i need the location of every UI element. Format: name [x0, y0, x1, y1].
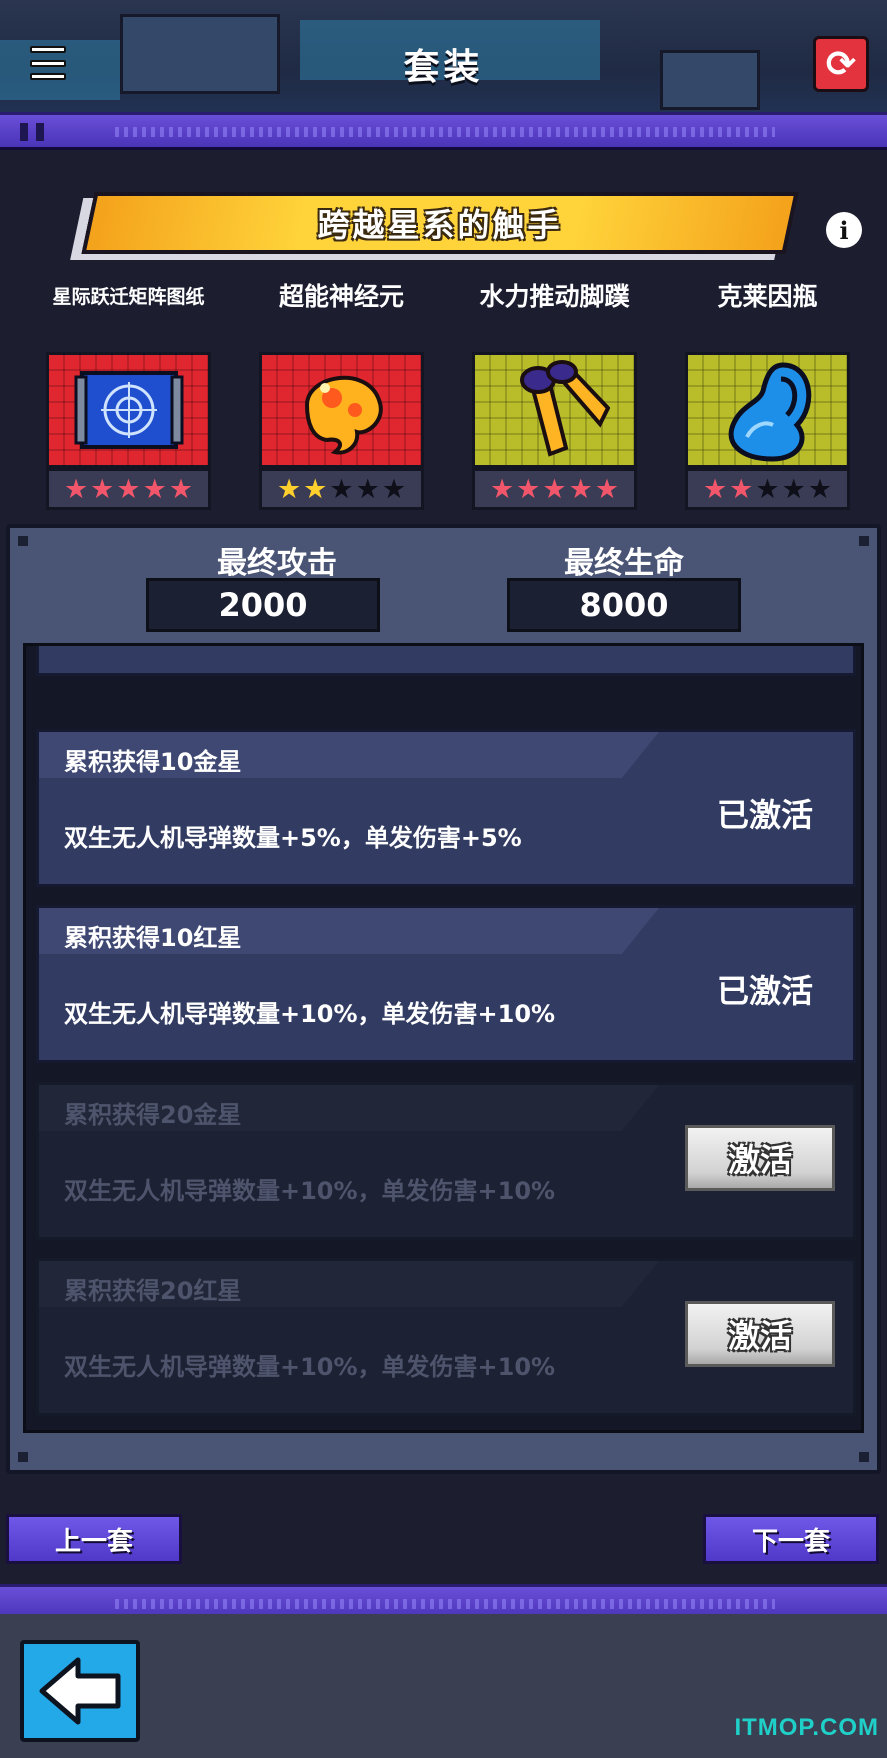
stripe-mark: [20, 123, 28, 141]
bonus-item: 累积获得20红星 双生无人机导弹数量+10%，单发伤害+10% 激活: [36, 1258, 856, 1416]
item-card[interactable]: [259, 352, 424, 468]
klein-bottle-icon: [728, 362, 811, 462]
attack-label: 最终攻击: [217, 546, 337, 581]
attack-value: 2000: [146, 578, 380, 632]
prev-set-button[interactable]: 上一套: [6, 1514, 182, 1564]
watermark: ITMOP.COM: [734, 1714, 879, 1741]
set-name: 跨越星系的触手: [317, 206, 563, 244]
refresh-icon[interactable]: ⟳: [813, 36, 869, 92]
bonus-item: 累积获得10红星 双生无人机导弹数量+10%，单发伤害+10% 已激活: [36, 905, 856, 1063]
star-rating: ★ ★ ★ ★ ★: [259, 468, 424, 510]
item-card[interactable]: [685, 352, 850, 468]
star-icon: ★: [781, 473, 806, 505]
item-name: 星际跃迁矩阵图纸: [52, 285, 205, 308]
star-icon: ★: [116, 473, 141, 505]
item-name: 水力推动脚蹼: [479, 282, 630, 312]
activated-status: 已激活: [716, 972, 813, 1010]
bonus-title: 累积获得20金星: [64, 1101, 242, 1129]
star-icon: ★: [329, 473, 354, 505]
life-value: 8000: [507, 578, 741, 632]
star-icon: ★: [489, 473, 515, 505]
star-icon: ★: [276, 473, 302, 505]
info-icon[interactable]: i: [826, 212, 862, 248]
flippers-icon: [519, 360, 610, 457]
bonus-item: 累积获得20金星 双生无人机导弹数量+10%，单发伤害+10% 激活: [36, 1082, 856, 1240]
panel-rivet: [859, 536, 869, 546]
stripe-dots: [115, 1599, 775, 1609]
item-name: 超能神经元: [278, 282, 404, 312]
bonus-title: 累积获得10金星: [64, 748, 242, 776]
activate-button[interactable]: 激活: [685, 1125, 835, 1191]
item-name: 克莱因瓶: [717, 282, 818, 312]
star-icon: ★: [63, 473, 89, 505]
star-icon: ★: [594, 473, 620, 505]
activate-button[interactable]: 激活: [685, 1301, 835, 1367]
back-arrow-shape: [39, 1657, 121, 1725]
item-card[interactable]: [46, 352, 211, 468]
item-card[interactable]: [472, 352, 637, 468]
star-rating: ★ ★ ★ ★ ★: [46, 468, 211, 510]
star-icon: ★: [168, 473, 194, 505]
panel-rivet: [859, 1452, 869, 1462]
bonus-desc: 双生无人机导弹数量+10%，单发伤害+10%: [64, 1177, 556, 1205]
neuron-blob-icon: [304, 375, 383, 455]
star-icon: ★: [90, 473, 115, 505]
star-icon: ★: [355, 473, 380, 505]
star-icon: ★: [381, 473, 407, 505]
bonus-desc: 双生无人机导弹数量+10%，单发伤害+10%: [64, 1000, 556, 1028]
star-icon: ★: [702, 473, 728, 505]
bonus-item: 累积获得10金星 双生无人机导弹数量+5%，单发伤害+5% 已激活: [36, 729, 856, 887]
star-icon: ★: [542, 473, 567, 505]
bonus-title: 累积获得10红星: [64, 924, 242, 952]
star-icon: ★: [807, 473, 833, 505]
bonus-desc: 双生无人机导弹数量+5%，单发伤害+5%: [64, 824, 522, 852]
star-icon: ★: [303, 473, 328, 505]
star-rating: ★ ★ ★ ★ ★: [472, 468, 637, 510]
star-icon: ★: [755, 473, 780, 505]
star-rating: ★ ★ ★ ★ ★: [685, 468, 850, 510]
top-divider-stripe: [0, 112, 887, 150]
star-icon: ★: [568, 473, 593, 505]
activated-status: 已激活: [716, 796, 813, 834]
star-icon: ★: [729, 473, 754, 505]
star-icon: ★: [142, 473, 167, 505]
list-item-partial: [36, 646, 856, 676]
stripe-mark: [36, 123, 44, 141]
bonus-title: 累积获得20红星: [64, 1277, 242, 1305]
top-bar: 套装 ⟳: [0, 0, 887, 118]
page-title: 套装: [403, 47, 484, 88]
bonus-desc: 双生无人机导弹数量+10%，单发伤害+10%: [64, 1353, 556, 1381]
life-label: 最终生命: [564, 546, 684, 581]
star-icon: ★: [516, 473, 541, 505]
bonus-list[interactable]: 累积获得10金星 双生无人机导弹数量+5%，单发伤害+5% 已激活 累积获得10…: [23, 643, 864, 1433]
stripe-dots: [115, 127, 775, 137]
next-set-button[interactable]: 下一套: [703, 1514, 879, 1564]
panel-rivet: [18, 536, 28, 546]
blueprint-icon: [74, 371, 183, 449]
panel-rivet: [18, 1452, 28, 1462]
back-arrow-icon[interactable]: [20, 1640, 140, 1742]
